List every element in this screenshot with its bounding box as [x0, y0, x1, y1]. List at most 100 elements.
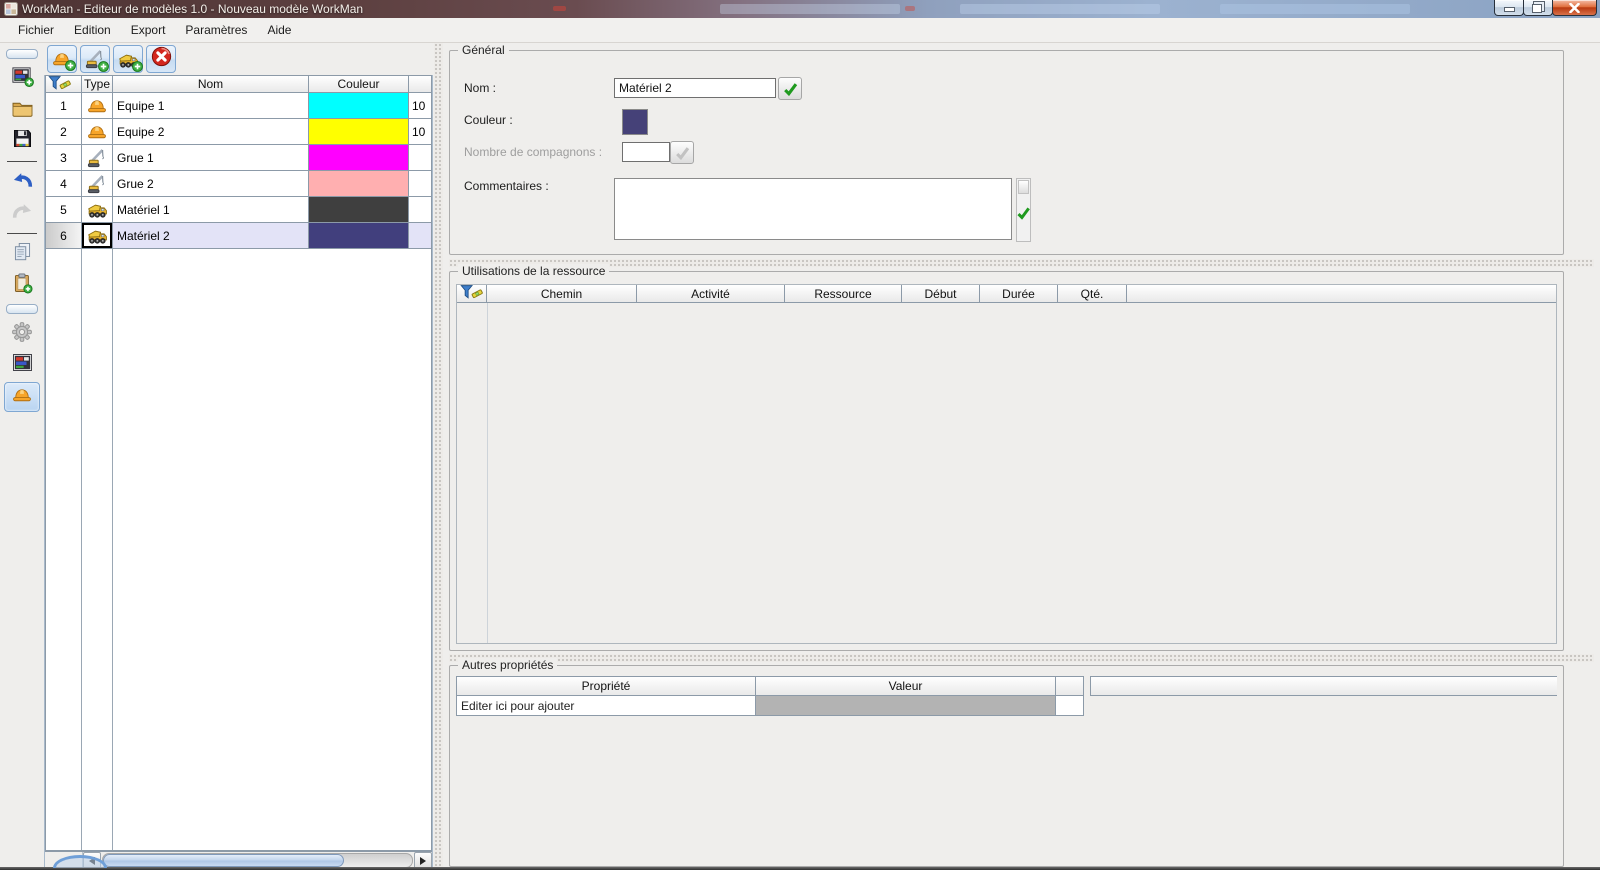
horizontal-splitter[interactable]	[449, 259, 1594, 267]
toolbar-separator	[7, 161, 37, 162]
add-machine-button[interactable]	[113, 45, 143, 73]
column-header-ressource[interactable]: Ressource	[785, 285, 902, 303]
scrollbar-track[interactable]	[102, 853, 413, 868]
name-input[interactable]	[614, 78, 776, 98]
background-window-blur	[1220, 4, 1410, 14]
resource-color-cell[interactable]	[309, 119, 409, 145]
other-props-table[interactable]: Propriété Valeur Editer ici pour ajouter	[456, 676, 1557, 716]
resource-qty-cell[interactable]	[409, 197, 431, 223]
save-button[interactable]	[5, 127, 39, 155]
resource-qty-cell[interactable]: 10	[409, 119, 431, 145]
add-team-button[interactable]	[47, 45, 77, 73]
resource-name-cell[interactable]: Grue 2	[113, 171, 309, 197]
toolbar-grip[interactable]	[6, 49, 38, 59]
resource-name-cell[interactable]: Matériel 2	[113, 223, 309, 249]
resource-color-cell[interactable]	[309, 171, 409, 197]
resource-color-cell[interactable]	[309, 145, 409, 171]
confirm-comments-button[interactable]	[1016, 206, 1030, 220]
background-window-blur	[960, 4, 1160, 14]
column-header-activite[interactable]: Activité	[637, 285, 785, 303]
column-header-propriete[interactable]: Propriété	[456, 676, 756, 696]
usages-table[interactable]: Chemin Activité Ressource Début Durée Qt…	[456, 284, 1557, 644]
open-folder-button[interactable]	[5, 96, 39, 124]
add-crane-button[interactable]	[80, 45, 110, 73]
property-value-cell[interactable]	[756, 696, 1056, 716]
column-header-couleur[interactable]: Couleur	[309, 76, 409, 93]
check-disabled-icon	[675, 146, 690, 160]
companions-label: Nombre de compagnons :	[464, 145, 603, 159]
crane-icon[interactable]	[82, 145, 113, 171]
resource-table-wrap: Type Nom Couleur 1 Equipe 1 10 2 Equipe 2 10 3…	[44, 75, 433, 870]
vertical-splitter[interactable]	[434, 43, 443, 870]
resource-color-cell[interactable]	[309, 223, 409, 249]
close-button[interactable]	[1552, 0, 1597, 16]
resource-row[interactable]: 2 Equipe 2 10	[46, 119, 431, 145]
menu-export[interactable]: Export	[121, 19, 176, 41]
new-model-button[interactable]	[5, 65, 39, 93]
resource-name-cell[interactable]: Equipe 1	[113, 93, 309, 119]
column-header-duree[interactable]: Durée	[980, 285, 1058, 303]
plus-badge-icon	[98, 61, 109, 72]
menu-aide[interactable]: Aide	[257, 19, 301, 41]
resource-qty-cell[interactable]	[409, 171, 431, 197]
resource-color-cell[interactable]	[309, 93, 409, 119]
usages-group-title: Utilisations de la ressource	[458, 264, 610, 278]
column-header-nom[interactable]: Nom	[113, 76, 309, 93]
comments-textarea[interactable]	[614, 178, 1012, 240]
column-header-extra[interactable]	[409, 76, 431, 93]
resource-color-cell[interactable]	[309, 197, 409, 223]
confirm-name-button[interactable]	[778, 77, 802, 100]
comments-side-strip[interactable]	[1016, 178, 1031, 242]
undo-button[interactable]	[5, 168, 39, 196]
crane-icon[interactable]	[82, 171, 113, 197]
app-icon	[4, 2, 18, 18]
toolbar-separator	[7, 233, 37, 234]
resource-qty-cell[interactable]: 10	[409, 93, 431, 119]
helmet-icon[interactable]	[82, 119, 113, 145]
titlebar[interactable]: WorkMan - Editeur de modèles 1.0 - Nouve…	[0, 0, 1600, 18]
truck-icon[interactable]	[82, 197, 113, 223]
helmet-button[interactable]	[4, 382, 40, 412]
column-header-valeur[interactable]: Valeur	[756, 676, 1056, 696]
resource-row[interactable]: 3 Grue 1	[46, 145, 431, 171]
add-team-icon	[52, 50, 76, 71]
column-header-chemin[interactable]: Chemin	[487, 285, 637, 303]
copy-button[interactable]	[5, 240, 39, 268]
add-property-cell[interactable]: Editer ici pour ajouter	[456, 696, 756, 716]
resource-name-cell[interactable]: Matériel 1	[113, 197, 309, 223]
menu-edition[interactable]: Edition	[64, 19, 121, 41]
model-view-button[interactable]	[5, 351, 39, 379]
column-header-qte[interactable]: Qté.	[1058, 285, 1127, 303]
scrollbar-thumb[interactable]	[103, 854, 345, 867]
resource-qty-cell[interactable]	[409, 145, 431, 171]
resource-name-cell[interactable]: Equipe 2	[113, 119, 309, 145]
minimize-icon	[1503, 7, 1515, 12]
resource-row[interactable]: 6 Matériel 2	[46, 223, 431, 249]
menu-fichier[interactable]: Fichier	[8, 19, 64, 41]
companions-input[interactable]	[622, 142, 670, 162]
color-swatch[interactable]	[622, 109, 648, 135]
resource-table[interactable]: Type Nom Couleur 1 Equipe 1 10 2 Equipe 2 10 3…	[45, 75, 432, 851]
maximize-button[interactable]	[1523, 0, 1553, 16]
add-property-row[interactable]: Editer ici pour ajouter	[456, 696, 1557, 716]
usages-filter-cell[interactable]	[457, 285, 487, 303]
model-view-icon	[11, 352, 34, 378]
minimize-button[interactable]	[1494, 0, 1524, 16]
menu-parametres[interactable]: Paramètres	[175, 19, 257, 41]
delete-button[interactable]	[146, 45, 176, 73]
paste-button[interactable]	[5, 271, 39, 299]
helmet-icon[interactable]	[82, 93, 113, 119]
column-header-type[interactable]: Type	[82, 76, 113, 93]
background-window-blur	[905, 6, 915, 11]
resource-name-cell[interactable]: Grue 1	[113, 145, 309, 171]
horizontal-splitter[interactable]	[449, 654, 1594, 662]
resource-row[interactable]: 5 Matériel 1	[46, 197, 431, 223]
filter-header-cell[interactable]	[46, 75, 82, 93]
resource-qty-cell[interactable]	[409, 223, 431, 249]
toolbar-grip[interactable]	[6, 304, 38, 314]
resource-toolbar	[44, 43, 434, 75]
truck-icon[interactable]	[82, 223, 113, 249]
resource-row[interactable]: 4 Grue 2	[46, 171, 431, 197]
resource-row[interactable]: 1 Equipe 1 10	[46, 93, 431, 119]
column-header-debut[interactable]: Début	[902, 285, 980, 303]
